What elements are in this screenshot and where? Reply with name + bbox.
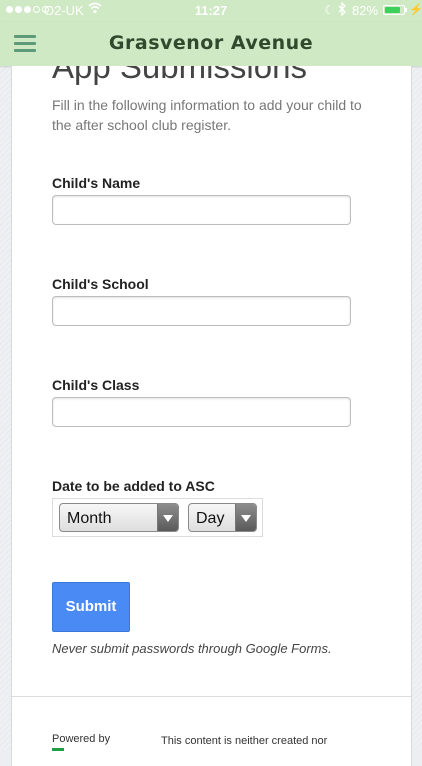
charging-icon: ⚡: [409, 4, 422, 16]
childs-school-input[interactable]: [52, 296, 351, 326]
childs-name-label: Child's Name: [52, 175, 141, 191]
form-description: Fill in the following information to add…: [52, 97, 362, 133]
date-label: Date to be added to ASC: [52, 478, 215, 494]
form-card: App Submissions Fill in the following in…: [11, 66, 412, 766]
day-dropdown-arrow-icon: [235, 504, 256, 531]
battery-icon: [383, 5, 407, 15]
powered-by-text: Powered by: [52, 733, 111, 745]
app-header: Grasvenor Avenue: [0, 22, 422, 66]
form-title: App Submissions: [52, 66, 307, 85]
childs-name-input[interactable]: [52, 195, 351, 225]
childs-class-input[interactable]: [52, 397, 351, 427]
day-select[interactable]: Day: [188, 503, 257, 532]
month-dropdown-arrow-icon: [157, 504, 178, 531]
childs-school-label: Child's School: [52, 276, 149, 292]
day-select-value: Day: [196, 510, 225, 527]
password-warning: Never submit passwords through Google Fo…: [52, 641, 332, 656]
bluetooth-icon: [338, 1, 347, 19]
header-title: Grasvenor Avenue: [108, 32, 314, 54]
date-picker: Month Day: [52, 498, 263, 537]
month-select-value: Month: [67, 510, 112, 527]
footer-divider: [12, 696, 411, 697]
submit-button[interactable]: Submit: [52, 582, 130, 632]
do-not-disturb-icon: ☾: [324, 3, 335, 17]
month-select[interactable]: Month: [59, 503, 179, 532]
disclaimer-text: This content is neither created nor: [161, 735, 328, 747]
childs-class-label: Child's Class: [52, 377, 140, 393]
status-bar: O2-UK 11:27 ☾ 82% ⚡: [0, 0, 422, 22]
battery-percent: 82%: [352, 3, 379, 18]
